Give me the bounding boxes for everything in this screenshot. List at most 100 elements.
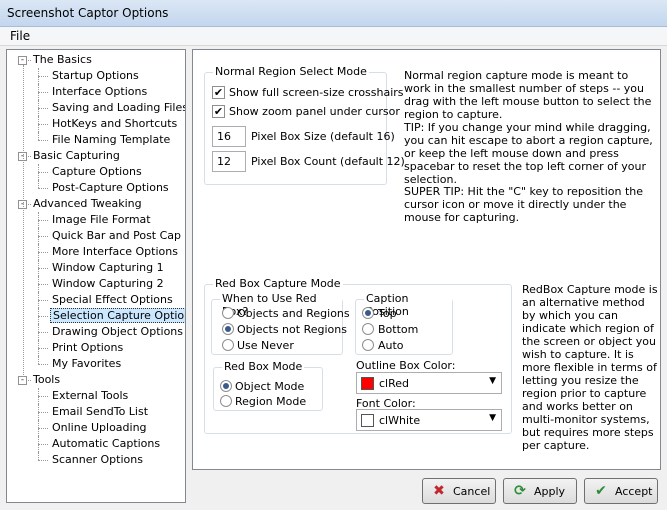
mode-radio-1[interactable] [220, 395, 232, 407]
tree-item[interactable]: Special Effect Options [50, 292, 175, 308]
tree-connector [38, 284, 48, 285]
tree-group[interactable]: Basic Capturing [31, 148, 122, 164]
tree-item[interactable]: Image File Format [50, 212, 153, 228]
tree-connector [38, 188, 48, 189]
tree-connector [38, 140, 48, 141]
tree-item[interactable]: Selection Capture Options [50, 308, 185, 324]
collapse-icon[interactable]: - [18, 56, 27, 65]
tree-item[interactable]: Email SendTo List [50, 404, 150, 420]
apply-button[interactable]: ⟳ Apply [503, 478, 577, 504]
tree-connector [38, 428, 48, 429]
mode-radio-0[interactable] [220, 380, 232, 392]
font-color-value: clWhite [379, 414, 421, 427]
tree-item-label: Basic Capturing [33, 149, 120, 162]
tree-connector [38, 268, 48, 269]
tree-connector [38, 316, 48, 317]
tree-connector [38, 92, 48, 93]
pixel-count-input[interactable]: 12 [212, 151, 246, 172]
caption-option-0: Top [378, 307, 397, 320]
tree-item[interactable]: Quick Bar and Post Cap [50, 228, 183, 244]
tree-item-label: Selection Capture Options [50, 308, 185, 323]
tree-connector [38, 260, 39, 276]
tree-connector [38, 100, 39, 116]
tree-connector [38, 292, 39, 308]
tree-item[interactable]: Window Capturing 2 [50, 276, 166, 292]
tree-item[interactable]: Saving and Loading Files [50, 100, 185, 116]
collapse-icon[interactable]: - [18, 376, 27, 385]
zoom-checkbox[interactable]: ✔ [212, 105, 225, 118]
tree-item-label: Window Capturing 1 [52, 261, 164, 274]
window-title: Screenshot Captor Options [7, 6, 169, 20]
tree-item-label: Email SendTo List [52, 405, 149, 418]
caption-radio-0[interactable] [362, 307, 374, 319]
cancel-button[interactable]: ✖ Cancel [422, 478, 496, 504]
font-color-select[interactable]: clWhite ▼ [356, 409, 502, 431]
tree-item[interactable]: Drawing Object Options [50, 324, 185, 340]
tree-connector [38, 436, 39, 452]
tree-connector [38, 172, 48, 173]
tree-item-label: More Interface Options [52, 245, 178, 258]
tree-connector [38, 124, 48, 125]
tree-connector [38, 444, 48, 445]
tree-connector [28, 380, 31, 381]
when-option-1: Objects not Regions [237, 323, 347, 336]
tree-item-label: Print Options [52, 341, 124, 354]
tree-item[interactable]: Automatic Captions [50, 436, 162, 452]
when-radio-2[interactable] [222, 339, 234, 351]
when-radio-1[interactable] [222, 323, 234, 335]
tree-group[interactable]: Advanced Tweaking [31, 196, 144, 212]
tree-item[interactable]: Window Capturing 1 [50, 260, 166, 276]
tree-item[interactable]: Print Options [50, 340, 125, 356]
tree-connector [38, 244, 39, 260]
tree-connector [38, 212, 39, 228]
tree-item[interactable]: Online Uploading [50, 420, 149, 436]
menu-bar: File [0, 27, 667, 46]
tree-item[interactable]: Post-Capture Options [50, 180, 171, 196]
when-radio-0[interactable] [222, 307, 234, 319]
tree-item[interactable]: HotKeys and Shortcuts [50, 116, 179, 132]
tree-item[interactable]: Capture Options [50, 164, 144, 180]
tree-item[interactable]: Scanner Options [50, 452, 145, 468]
tree-item-label: Online Uploading [52, 421, 147, 434]
tree-connector [38, 388, 39, 404]
tree-item-label: Automatic Captions [52, 437, 161, 450]
tree-item[interactable]: Interface Options [50, 84, 149, 100]
tree-group[interactable]: Tools [31, 372, 62, 388]
tree-item[interactable]: File Naming Template [50, 132, 172, 148]
tree-connector [38, 364, 48, 365]
tree-connector [38, 404, 39, 420]
pixel-size-input[interactable]: 16 [212, 126, 246, 147]
caption-radio-1[interactable] [362, 323, 374, 335]
tree-connector [38, 420, 39, 436]
tree-item-label: Image File Format [52, 213, 151, 226]
tree-item[interactable]: Startup Options [50, 68, 141, 84]
caption-option-1: Bottom [378, 323, 419, 336]
tree-connector [38, 396, 48, 397]
cancel-label: Cancel [453, 485, 491, 498]
tree-connector [23, 65, 24, 377]
tree-group[interactable]: The Basics [31, 52, 94, 68]
caption-radio-2[interactable] [362, 339, 374, 351]
tree-connector [38, 412, 48, 413]
x-icon: ✖ [433, 483, 445, 499]
tree-item-label: External Tools [52, 389, 129, 402]
tree-connector [38, 348, 48, 349]
accept-button[interactable]: ✔ Accept [584, 478, 658, 504]
accept-label: Accept [615, 485, 653, 498]
options-tree[interactable]: The Basics - Startup Options Interface Opti… [6, 49, 186, 503]
settings-panel: Normal Region Select Mode ✔ Show full sc… [192, 49, 661, 470]
tree-connector [38, 324, 39, 340]
crosshairs-checkbox[interactable]: ✔ [212, 86, 225, 99]
tree-item-label: Drawing Object Options [52, 325, 184, 338]
tree-item-label: Post-Capture Options [52, 181, 169, 194]
menu-file[interactable]: File [10, 29, 30, 43]
tree-item[interactable]: My Favorites [50, 356, 123, 372]
outline-color-select[interactable]: clRed ▼ [356, 372, 502, 394]
tree-connector [38, 276, 39, 292]
tree-item[interactable]: More Interface Options [50, 244, 180, 260]
normal-tip: TIP: If you change your mind while dragg… [404, 121, 653, 186]
tree-item-label: Interface Options [52, 85, 148, 98]
apply-label: Apply [534, 485, 566, 498]
tree-item[interactable]: External Tools [50, 388, 130, 404]
zoom-label: Show zoom panel under cursor [229, 105, 400, 118]
